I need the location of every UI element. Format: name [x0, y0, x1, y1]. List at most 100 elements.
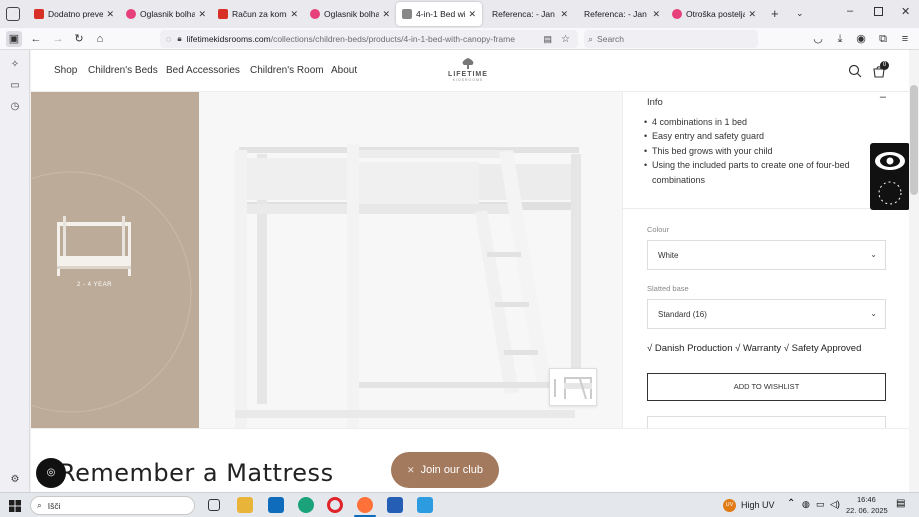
tab-label: Dodatno preverjan [48, 9, 104, 19]
search-icon: ⌕ [37, 500, 42, 510]
collapse-icon[interactable]: – [880, 91, 886, 103]
close-icon[interactable]: ✕ [407, 465, 415, 476]
browser-tab[interactable]: Račun za kompenz✕ [212, 0, 304, 28]
ai-chatbot-icon[interactable]: ✧ [7, 57, 23, 73]
tab-label: Oglasnik bolha.co [324, 9, 380, 19]
outlook-icon[interactable] [268, 497, 284, 513]
tab-close-icon[interactable]: ✕ [290, 9, 298, 20]
account-icon[interactable]: ◉ [853, 31, 869, 47]
clock-date[interactable]: 22. 06. 2025 [846, 506, 888, 515]
windows-start-icon[interactable] [9, 500, 21, 512]
weather-label[interactable]: High UV [741, 500, 775, 510]
product-image[interactable] [199, 92, 622, 428]
age-variant-thumbnail[interactable] [53, 214, 135, 276]
browser-tab[interactable]: Dodatno preverjan✕ [28, 0, 120, 28]
new-tab-button[interactable]: + [771, 6, 779, 21]
pocket-icon[interactable]: ◡ [810, 31, 826, 47]
reader-view-icon[interactable]: ▤ [543, 34, 552, 45]
browser-tab[interactable]: Oglasnik bolha.co✕ [120, 0, 212, 28]
lock-icon[interactable]: 🔒︎ [177, 34, 181, 44]
store-icon[interactable] [387, 497, 403, 513]
ecommerce-trust-badge[interactable] [870, 143, 910, 210]
divider [623, 208, 909, 209]
tracking-protection-icon[interactable]: ◌ [166, 34, 171, 44]
canopy-bed-thumbnail [57, 216, 131, 276]
extensions-icon[interactable]: ⧉ [875, 31, 891, 47]
tab-close-icon[interactable]: ✕ [106, 9, 114, 20]
volume-icon[interactable]: ◁) [830, 499, 840, 510]
opera-icon[interactable] [327, 497, 343, 513]
history-icon[interactable]: ◷ [7, 99, 23, 115]
age-variant-label: 2 - 4 YEAR [77, 282, 112, 288]
page-scrollbar[interactable] [909, 50, 919, 492]
taskbar-search-label: Išči [47, 500, 61, 511]
browser-tab[interactable]: Otroška postelja 9✕ [666, 0, 762, 28]
nav-childrens-room[interactable]: Children's Room [250, 65, 324, 76]
search-input[interactable]: ⌕ Search [584, 30, 758, 48]
slatted-base-select[interactable]: Standard (16) ⌄ [647, 299, 886, 329]
nav-childrens-beds[interactable]: Children's Beds [88, 65, 158, 76]
lifetime-icon [402, 9, 412, 19]
file-explorer-icon[interactable] [237, 497, 253, 513]
edge-icon[interactable] [298, 497, 314, 513]
forward-arrow-icon[interactable]: → [50, 31, 66, 47]
sidebar-settings-icon[interactable]: ⚙ [7, 472, 23, 488]
tab-close-icon[interactable]: ✕ [468, 9, 476, 20]
notifications-icon[interactable]: ▤ [896, 498, 905, 509]
weather-uv-badge[interactable]: UV [723, 499, 736, 512]
downloads-icon[interactable]: ⤓ [832, 31, 848, 47]
sidebar-toggle-icon[interactable]: ▣ [6, 31, 22, 47]
site-logo[interactable]: LIFETIME KIDSROOMS [443, 57, 493, 87]
nav-about[interactable]: About [331, 65, 357, 76]
reload-icon[interactable]: ↻ [71, 31, 87, 47]
nav-shop[interactable]: Shop [54, 65, 77, 76]
tray-chevron-icon[interactable]: ⌃ [787, 498, 795, 509]
tab-close-icon[interactable]: ✕ [652, 9, 660, 20]
maximize-button[interactable] [874, 7, 883, 16]
close-window-button[interactable]: ✕ [901, 5, 910, 18]
tab-label: Referenca: - Jan Smajić [492, 9, 557, 19]
navigation-toolbar: ▣ ← → ↻ ⌂ ◌ 🔒︎ lifetimekidsrooms.com/col… [0, 28, 919, 50]
scrollbar-thumb[interactable] [910, 85, 918, 195]
chat-widget-button[interactable]: ◎ [36, 458, 66, 488]
browser-tab[interactable]: Oglasnik bolha.co✕ [304, 0, 396, 28]
tab-overview-icon[interactable] [6, 7, 20, 21]
url-bar[interactable]: ◌ 🔒︎ lifetimekidsrooms.com/collections/c… [160, 30, 578, 48]
eu-stars-icon [878, 181, 902, 205]
taskbar-search-input[interactable]: ⌕ Išči [30, 496, 195, 515]
gallery-thumbnail[interactable] [549, 368, 597, 406]
back-arrow-icon[interactable]: ← [28, 31, 44, 47]
tab-close-icon[interactable]: ✕ [198, 9, 206, 20]
nav-bed-accessories[interactable]: Bed Accessories [166, 65, 240, 76]
home-icon[interactable]: ⌂ [92, 31, 108, 47]
search-icon[interactable] [848, 64, 862, 78]
tab-close-icon[interactable]: ✕ [382, 9, 390, 20]
info-item: Using the included parts to create one o… [644, 158, 887, 187]
browser-tab[interactable]: 4-in-1 Bed with Ca✕ [396, 2, 482, 26]
info-accordion-header[interactable]: Info – [647, 91, 886, 108]
add-to-wishlist-button[interactable]: ADD TO WISHLIST [647, 373, 886, 401]
browser-tab[interactable]: Referenca: - Jan Smajić✕ [482, 0, 574, 28]
bolha-icon [310, 9, 320, 19]
network-icon[interactable]: ◍ [802, 499, 810, 510]
tab-close-icon[interactable]: ✕ [560, 9, 568, 20]
clock-time[interactable]: 16:46 [857, 495, 876, 504]
task-view-icon[interactable] [208, 499, 220, 511]
site-header: Shop Children's Beds Bed Accessories Chi… [31, 50, 909, 92]
tab-label: Oglasnik bolha.co [140, 9, 196, 19]
tab-list-chevron-icon[interactable]: ⌄ [796, 8, 804, 19]
colour-select[interactable]: White ⌄ [647, 240, 886, 270]
join-club-button[interactable]: ✕ Join our club [391, 452, 499, 488]
synced-tabs-icon[interactable]: ▭ [7, 78, 23, 94]
minimize-button[interactable]: – [847, 5, 853, 17]
app-icon[interactable] [417, 497, 433, 513]
menu-icon[interactable]: ≡ [897, 31, 913, 47]
battery-icon[interactable]: ▭ [816, 499, 825, 510]
bookmark-star-icon[interactable]: ☆ [561, 34, 570, 45]
logo-text: LIFETIME [448, 71, 488, 78]
chevron-down-icon: ⌄ [870, 250, 877, 259]
firefox-icon[interactable] [357, 497, 373, 513]
tab-close-icon[interactable]: ✕ [748, 9, 756, 20]
chat-icon: ◎ [46, 467, 56, 478]
browser-tab[interactable]: Referenca: - Jan Smajić✕ [574, 0, 666, 28]
